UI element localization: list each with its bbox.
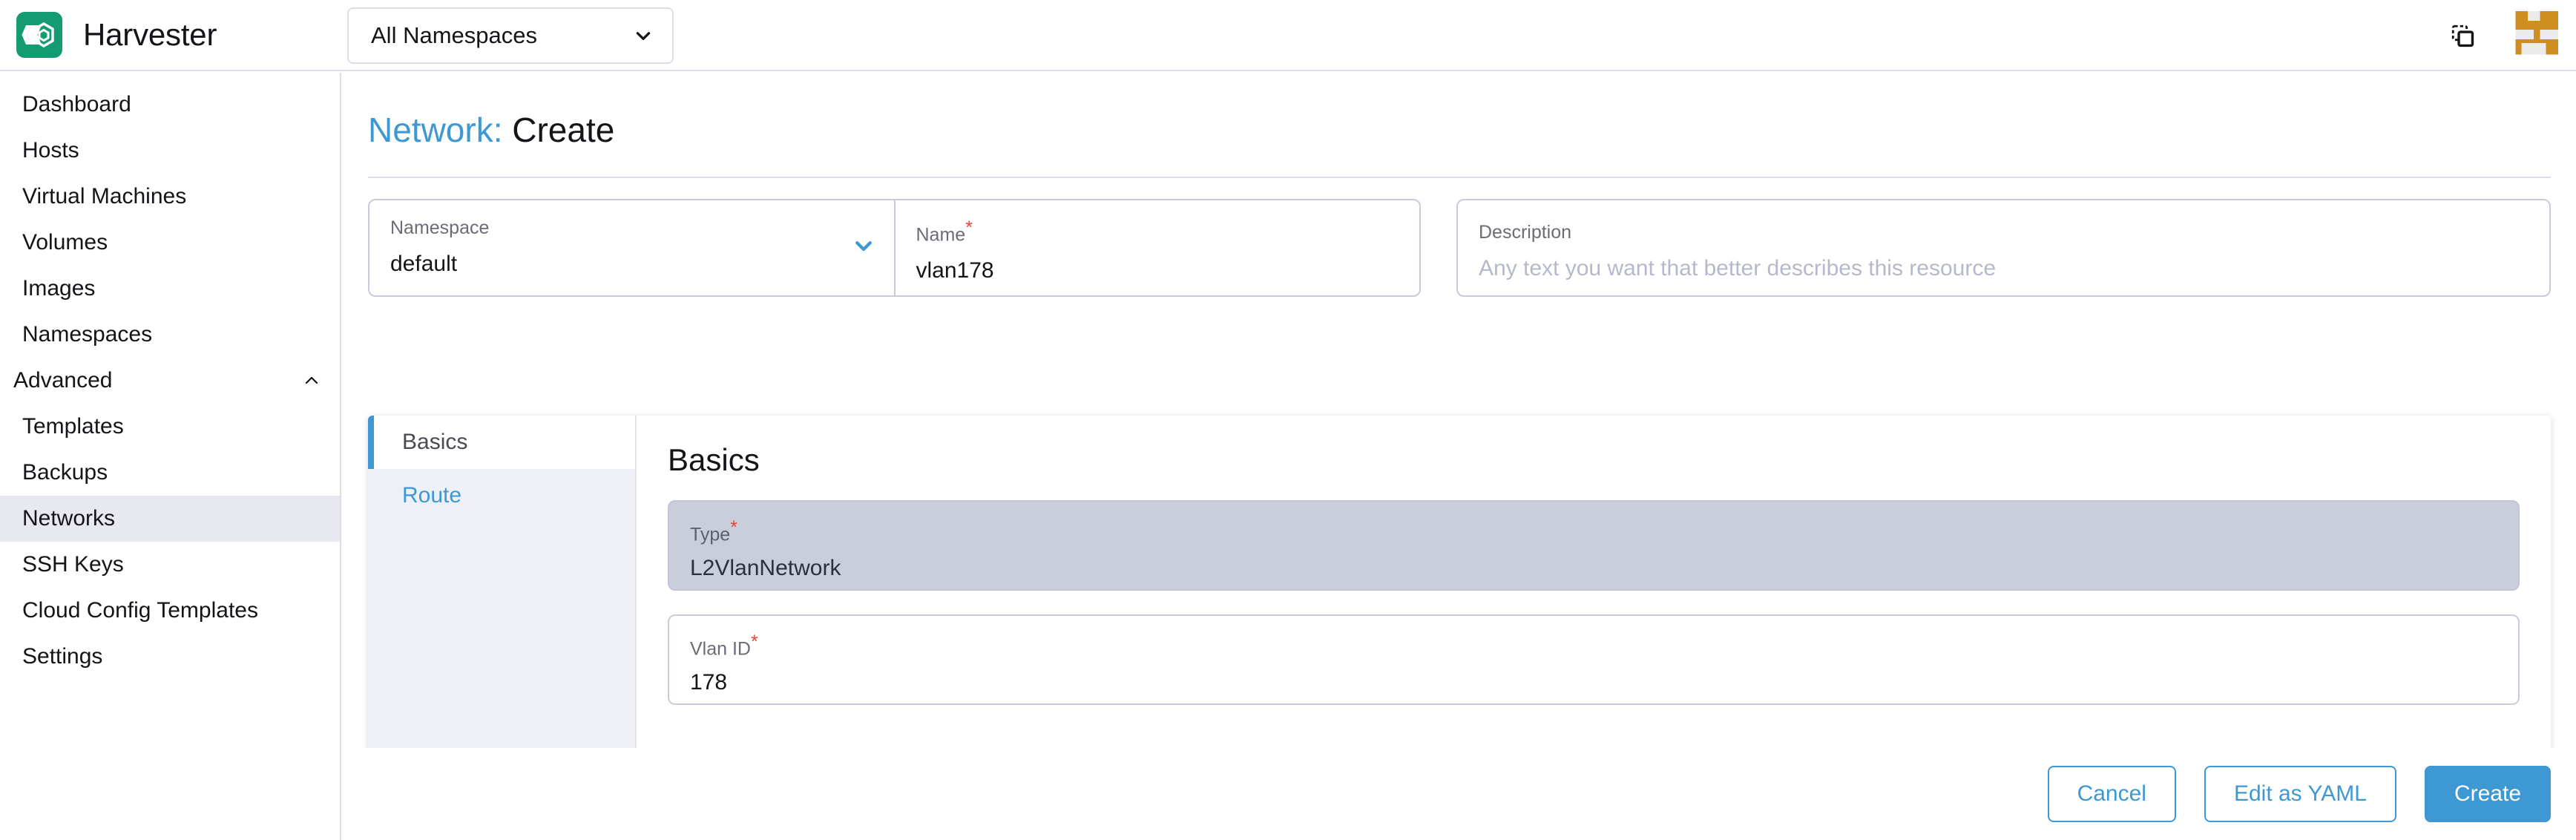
vlan-id-label: Vlan ID* — [690, 632, 2497, 660]
sidebar-item-label: Namespaces — [22, 322, 152, 347]
sidebar-item-label: Settings — [22, 644, 102, 669]
tab-label: Route — [402, 483, 461, 508]
page-title-resource[interactable]: Network: — [368, 111, 502, 149]
sidebar-item-label: Volumes — [22, 230, 108, 255]
name-label: Name* — [916, 218, 1399, 246]
chevron-down-icon[interactable] — [852, 234, 875, 257]
description-placeholder: Any text you want that better describes … — [1479, 256, 2529, 281]
sidebar-item-namespaces[interactable]: Namespaces — [0, 312, 340, 358]
page-title-action: Create — [512, 111, 614, 149]
form-actions: Cancel Edit as YAML Create — [343, 748, 2576, 840]
sidebar-group-advanced[interactable]: Advanced — [0, 358, 340, 404]
header-actions — [2450, 0, 2558, 71]
panel-title: Basics — [668, 442, 2520, 478]
sidebar-item-label: Cloud Config Templates — [22, 598, 258, 623]
cancel-button-label: Cancel — [2077, 781, 2146, 807]
harvester-logo-icon — [16, 12, 62, 58]
sidebar-item-dashboard[interactable]: Dashboard — [0, 82, 340, 128]
sidebar-item-label: SSH Keys — [22, 552, 124, 577]
sidebar-item-backups[interactable]: Backups — [0, 450, 340, 496]
sidebar-item-label: Networks — [22, 506, 115, 531]
sidebar-item-templates[interactable]: Templates — [0, 404, 340, 450]
type-field: Type* L2VlanNetwork — [668, 500, 2520, 591]
create-button-label: Create — [2454, 781, 2521, 807]
avatar[interactable] — [2509, 11, 2558, 60]
edit-as-yaml-button[interactable]: Edit as YAML — [2204, 766, 2396, 822]
description-field[interactable]: Description Any text you want that bette… — [1456, 199, 2551, 297]
app-header: Harvester All Namespaces — [0, 0, 2576, 71]
type-label-text: Type — [690, 524, 730, 545]
title-divider — [368, 177, 2551, 178]
brand-name: Harvester — [83, 17, 217, 53]
tab-label: Basics — [402, 430, 467, 455]
name-field[interactable]: Name* vlan178 — [894, 200, 1420, 295]
sidebar-item-label: Images — [22, 276, 95, 301]
name-value: vlan178 — [916, 258, 1399, 283]
chevron-up-icon — [303, 372, 321, 390]
type-value: L2VlanNetwork — [690, 556, 2497, 581]
resource-header-form: Namespace default Name* vlan178 Descript… — [368, 199, 2551, 297]
name-label-text: Name — [916, 224, 966, 245]
sidebar-item-label: Templates — [22, 414, 124, 439]
type-label: Type* — [690, 518, 2497, 545]
sidebar-item-virtual-machines[interactable]: Virtual Machines — [0, 174, 340, 220]
required-asterisk: * — [751, 631, 758, 652]
sidebar-nav: Dashboard Hosts Virtual Machines Volumes… — [0, 73, 341, 840]
namespace-label: Namespace — [390, 218, 873, 239]
main-content: Network: Create Namespace default Name* … — [343, 73, 2576, 840]
description-label: Description — [1479, 223, 2529, 243]
sidebar-item-label: Dashboard — [22, 92, 131, 117]
sidebar-item-label: Hosts — [22, 138, 79, 163]
sidebar-item-networks[interactable]: Networks — [0, 496, 340, 542]
vlan-id-label-text: Vlan ID — [690, 638, 751, 659]
chevron-down-icon — [634, 26, 653, 45]
sidebar-item-settings[interactable]: Settings — [0, 634, 340, 680]
create-button[interactable]: Create — [2425, 766, 2551, 822]
namespace-filter-dropdown[interactable]: All Namespaces — [347, 7, 674, 64]
vlan-id-value: 178 — [690, 670, 2497, 695]
sidebar-item-hosts[interactable]: Hosts — [0, 128, 340, 174]
edit-as-yaml-button-label: Edit as YAML — [2234, 781, 2367, 807]
sidebar-item-images[interactable]: Images — [0, 266, 340, 312]
sidebar-item-label: Virtual Machines — [22, 184, 186, 209]
namespace-value: default — [390, 252, 873, 277]
page-title: Network: Create — [368, 110, 2576, 150]
sidebar-item-cloud-config-templates[interactable]: Cloud Config Templates — [0, 588, 340, 634]
brand[interactable]: Harvester — [0, 0, 341, 70]
namespace-field[interactable]: Namespace default — [369, 200, 894, 295]
required-asterisk: * — [730, 517, 737, 538]
vlan-id-field[interactable]: Vlan ID* 178 — [668, 614, 2520, 705]
sidebar-item-ssh-keys[interactable]: SSH Keys — [0, 542, 340, 588]
tab-basics[interactable]: Basics — [368, 416, 635, 469]
tab-route[interactable]: Route — [368, 469, 635, 522]
namespace-filter-value: All Namespaces — [371, 22, 634, 49]
namespace-name-group: Namespace default Name* vlan178 — [368, 199, 1421, 297]
sidebar-item-volumes[interactable]: Volumes — [0, 220, 340, 266]
sidebar-item-label: Backups — [22, 460, 108, 485]
sidebar-group-label: Advanced — [13, 368, 303, 393]
required-asterisk: * — [965, 217, 973, 238]
cancel-button[interactable]: Cancel — [2048, 766, 2176, 822]
copy-icon[interactable] — [2450, 23, 2475, 48]
